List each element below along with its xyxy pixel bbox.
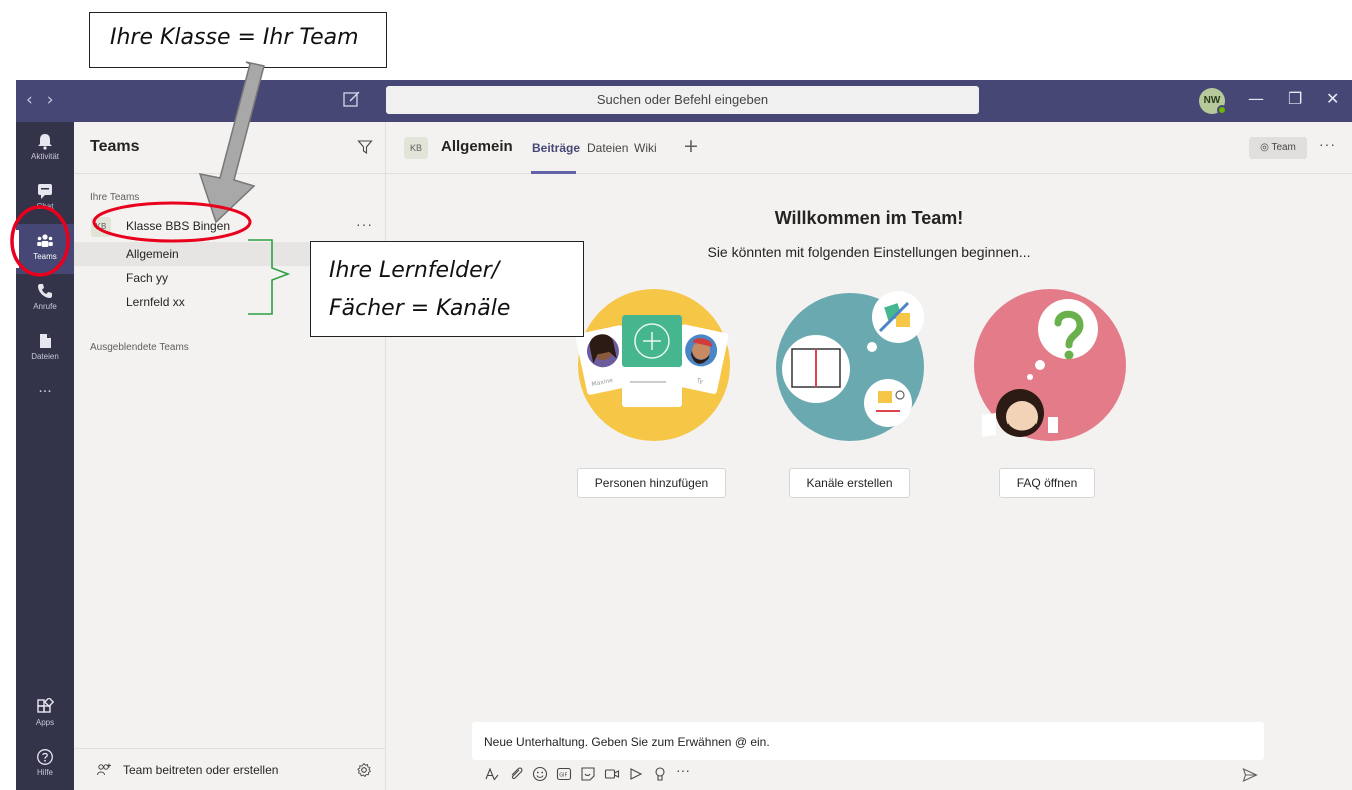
teams-icon	[37, 234, 53, 247]
filter-icon[interactable]	[357, 139, 373, 155]
svg-text:GIF: GIF	[559, 772, 567, 778]
nav-back-forward[interactable]: ‹›	[26, 90, 68, 110]
section-hidden-teams[interactable]: Ausgeblendete Teams	[90, 342, 189, 353]
tab-files[interactable]: Dateien	[587, 141, 628, 155]
restore-icon[interactable]: ❐	[1288, 89, 1302, 108]
team-name: Klasse BBS Bingen	[126, 219, 231, 233]
appbar-teams[interactable]: Teams	[16, 224, 74, 274]
join-or-create-team[interactable]: Team beitreten oder erstellen	[74, 748, 386, 788]
team-badge: KB	[91, 217, 111, 237]
bell-icon	[38, 134, 52, 150]
presence-status-icon	[1217, 105, 1227, 115]
team-view-label: Team	[1271, 142, 1296, 153]
appbar-chat[interactable]: Chat	[16, 174, 74, 224]
add-tab-icon[interactable]: +	[683, 135, 699, 157]
annotation-klasse-team: Ihre Klasse = Ihr Team	[89, 12, 387, 68]
channel-title: Allgemein	[441, 138, 513, 155]
appbar-label: Teams	[33, 252, 57, 261]
title-bar: ‹› Suchen oder Befehl eingeben NW — ❐ ✕	[16, 80, 1352, 122]
appbar-help[interactable]: Hilfe	[16, 740, 74, 790]
teams-window: ‹› Suchen oder Befehl eingeben NW — ❐ ✕ …	[16, 80, 1352, 790]
new-conversation-input[interactable]: Neue Unterhaltung. Geben Sie zum Erwähne…	[472, 722, 1264, 760]
appbar-activity[interactable]: Aktivität	[16, 124, 74, 174]
new-chat-icon[interactable]	[342, 89, 362, 109]
add-people-icon	[97, 763, 111, 776]
file-icon	[40, 334, 51, 348]
compose-placeholder: Neue Unterhaltung. Geben Sie zum Erwähne…	[484, 735, 770, 749]
channel-team-badge: KB	[404, 137, 428, 159]
stream-icon[interactable]	[628, 766, 644, 782]
tab-posts[interactable]: Beiträge	[532, 141, 580, 155]
appbar-calls[interactable]: Anrufe	[16, 274, 74, 324]
header-more-options-icon[interactable]: ···	[1319, 136, 1336, 152]
gear-icon[interactable]	[356, 762, 372, 778]
appbar-more[interactable]: ...	[16, 376, 74, 406]
annotation-lernfelder-line1: Ihre Lernfelder/	[329, 258, 500, 283]
section-your-teams: Ihre Teams	[90, 192, 140, 203]
team-row[interactable]: KB Klasse BBS Bingen ···	[74, 214, 386, 240]
add-people-illustration: Maxine Ty	[576, 289, 730, 441]
close-icon[interactable]: ✕	[1326, 89, 1339, 108]
phone-icon	[38, 284, 52, 298]
more-options-icon[interactable]: ···	[676, 762, 696, 778]
add-people-button[interactable]: Personen hinzufügen	[577, 468, 726, 498]
welcome-title: Willkommen im Team!	[774, 208, 964, 228]
team-more-options-icon[interactable]: ···	[356, 216, 373, 232]
meet-now-icon[interactable]	[604, 766, 620, 782]
open-faq-button[interactable]: FAQ öffnen	[999, 468, 1095, 498]
annotation-lernfelder-line2: Fächer = Kanäle	[329, 296, 511, 321]
create-channels-illustration	[776, 291, 924, 441]
screenshot-root: Ihre Klasse = Ihr Team ‹› Suchen oder Be…	[0, 0, 1352, 790]
chat-icon	[38, 184, 52, 199]
channel-header: KB Allgemein Beiträge Dateien Wiki + ◎ T…	[386, 122, 1352, 174]
format-icon[interactable]	[484, 766, 500, 782]
app-bar: Aktivität Chat Teams Anrufe Dateien ...	[16, 122, 74, 790]
search-input[interactable]: Suchen oder Befehl eingeben	[386, 86, 979, 114]
faq-illustration	[974, 289, 1126, 441]
sticker-icon[interactable]	[580, 766, 596, 782]
active-tab-indicator	[531, 171, 576, 174]
praise-icon[interactable]	[652, 766, 668, 782]
minimize-icon[interactable]: —	[1248, 89, 1264, 108]
appbar-label: Aktivität	[30, 152, 59, 161]
teams-list-panel: Teams Ihre Teams KB Klasse BBS Bingen ··…	[74, 122, 386, 790]
appbar-label: Chat	[36, 202, 54, 211]
send-icon[interactable]	[1242, 767, 1258, 783]
emoji-icon[interactable]	[532, 766, 548, 782]
tab-wiki[interactable]: Wiki	[634, 141, 657, 155]
teams-panel-title: Teams	[90, 138, 140, 155]
annotation-lernfelder: Ihre Lernfelder/ Fächer = Kanäle	[310, 241, 584, 337]
join-or-create-label: Team beitreten oder erstellen	[123, 763, 279, 777]
appbar-label: Dateien	[31, 352, 59, 361]
attach-icon[interactable]	[508, 766, 524, 782]
apps-icon	[37, 698, 54, 713]
gif-icon[interactable]: GIF	[556, 766, 572, 782]
appbar-label: Hilfe	[36, 768, 53, 777]
create-channels-button[interactable]: Kanäle erstellen	[789, 468, 910, 498]
teams-panel-header: Teams	[74, 122, 386, 174]
appbar-label: Anrufe	[33, 302, 57, 311]
help-icon	[37, 749, 53, 765]
eye-icon: ◎	[1260, 142, 1272, 153]
appbar-label: Apps	[35, 718, 55, 727]
team-view-button[interactable]: ◎ Team	[1249, 137, 1307, 159]
annotation-klasse-team-text: Ihre Klasse = Ihr Team	[110, 25, 359, 50]
appbar-files[interactable]: Dateien	[16, 324, 74, 374]
appbar-apps[interactable]: Apps	[16, 690, 74, 740]
